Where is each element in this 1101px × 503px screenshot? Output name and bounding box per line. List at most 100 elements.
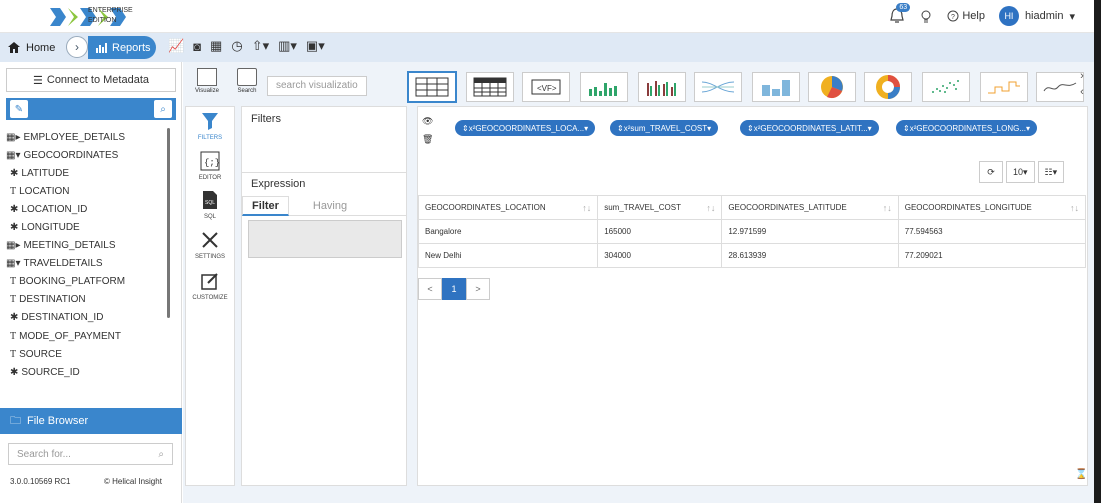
home-button[interactable]: Home [0, 33, 68, 62]
notifications-button[interactable]: 63 [889, 3, 911, 25]
tree-node[interactable]: ✱ LATITUDE [6, 164, 168, 182]
viz-sankey[interactable] [694, 72, 742, 102]
user-menu[interactable]: HI hiadmin ▾ [998, 6, 1075, 26]
tree-node[interactable]: ✱ LOCATION_ID [6, 200, 168, 218]
sort-icon[interactable]: ↑↓ [582, 203, 591, 213]
search-tool[interactable]: Search [230, 68, 264, 94]
sql-file-icon: SQL [203, 191, 217, 209]
table-icon: ▦▸ [6, 240, 21, 252]
tab-filter[interactable]: Filter [242, 196, 289, 216]
tree-node[interactable]: T DESTINATION [6, 291, 168, 309]
camera-icon[interactable]: ◙ [193, 39, 201, 54]
expression-textarea[interactable] [248, 220, 402, 258]
sort-icon[interactable]: ↑↓ [706, 203, 715, 213]
connect-metadata-button[interactable]: ☰ Connect to Metadata [6, 68, 176, 92]
visualize-tool[interactable]: Visualize [190, 68, 224, 94]
presentation-icon[interactable]: ▦ [210, 38, 222, 54]
field-pill-travel-cost[interactable]: ⇕x² sum_TRAVEL_COST ▾ [610, 120, 719, 136]
tree-node[interactable]: ▦▾ GEOCOORDINATES [6, 146, 168, 164]
search-icon[interactable]: ⌕ [154, 100, 172, 118]
expression-title: Expression [251, 178, 306, 190]
column-header[interactable]: GEOCOORDINATES_LOCATION ↑↓ [417, 195, 599, 220]
edition-label: ENTERPRISE EDITION [88, 6, 133, 26]
trash-icon[interactable]: 🗑 [422, 130, 433, 148]
sort-icon[interactable]: ↑↓ [1070, 203, 1079, 213]
tree-node[interactable]: T MODE_OF_PAYMENT [6, 327, 168, 345]
column-header[interactable]: GEOCOORDINATES_LONGITUDE ↑↓ [897, 195, 1087, 220]
chevron-left-icon[interactable]: ‹ [1074, 84, 1090, 100]
history-icon[interactable]: ◷ [231, 38, 242, 54]
table-row: Bangalore 165000 12.971599 77.594563 [417, 219, 1087, 244]
viz-column[interactable] [752, 72, 800, 102]
home-label: Home [26, 41, 56, 54]
column-header[interactable]: GEOCOORDINATES_LATITUDE ↑↓ [721, 195, 899, 220]
prev-page-button[interactable]: < [418, 278, 442, 300]
tree-node[interactable]: T LOCATION [6, 182, 168, 200]
reports-button[interactable]: Reports [88, 36, 156, 59]
page-1-button[interactable]: 1 [442, 278, 466, 300]
step-chart-icon [988, 81, 1020, 94]
column-header[interactable]: sum_TRAVEL_COST ↑↓ [597, 195, 723, 220]
viz-pie[interactable] [808, 72, 856, 102]
visualize-label: Visualize [195, 88, 219, 94]
viz-crosstab[interactable] [466, 72, 514, 102]
eye-icon[interactable]: 👁 [422, 112, 433, 130]
tree-node[interactable]: T BOOKING_PLATFORM [6, 273, 168, 291]
viz-scroll-arrows[interactable]: › ‹ [1074, 68, 1090, 102]
file-search-input[interactable]: Search for... ⌕ [8, 443, 173, 465]
viz-donut[interactable] [864, 72, 912, 102]
customize-tool[interactable]: CUSTOMIZE [185, 271, 235, 301]
svg-text:<VF>: <VF> [537, 84, 557, 93]
tree-node-label: TRAVELDETAILS [23, 258, 103, 270]
field-pill-latitude[interactable]: ⇕x² GEOCOORDINATES_LATIT... ▾ [740, 120, 879, 136]
viz-bar[interactable] [580, 72, 628, 102]
layout-icon[interactable]: ▥▾ [278, 38, 297, 54]
viz-grouped-bar[interactable] [638, 72, 686, 102]
next-page-button[interactable]: > [466, 278, 490, 300]
file-browser-button[interactable]: 🗀 File Browser [0, 408, 182, 434]
refresh-icon[interactable]: ⟳ [979, 161, 1003, 183]
tree-node[interactable]: ▦▸ EMPLOYEE_DETAILS [6, 128, 168, 146]
columns-menu-button[interactable]: ☷▾ [1037, 161, 1065, 183]
text-field-icon: T [10, 185, 17, 197]
tree-node-label: MEETING_DETAILS [23, 240, 116, 252]
export-icon[interactable]: ⇧▾ [252, 38, 269, 54]
sort-icon[interactable]: ↑↓ [883, 203, 892, 213]
caret-down-icon: ▾ [1023, 166, 1028, 177]
breadcrumb-chevron-icon[interactable]: › [66, 36, 88, 58]
table-cell: 165000 [597, 219, 723, 244]
viz-html[interactable]: <VF> [522, 72, 570, 102]
tree-scrollbar[interactable] [167, 128, 170, 318]
tree-node[interactable]: ✱ DESTINATION_ID [6, 309, 168, 327]
line-chart-icon[interactable]: 📈 [168, 38, 184, 54]
viz-table[interactable] [408, 72, 456, 102]
visualization-search-input[interactable]: search visualizatio [267, 76, 367, 96]
bulb-icon[interactable] [919, 9, 933, 23]
scatter-icon [932, 80, 959, 93]
viz-scatter[interactable] [922, 72, 970, 102]
sql-tool[interactable]: SQL SQL [185, 190, 235, 220]
field-pill-longitude[interactable]: ⇕x² GEOCOORDINATES_LONG... ▾ [896, 120, 1038, 136]
page-size-select[interactable]: 10 ▾ [1006, 161, 1035, 183]
tree-node[interactable]: ▦▾ TRAVELDETAILS [6, 255, 168, 273]
field-pill-icon: ⇕x² [462, 123, 476, 133]
tree-node[interactable]: ✱ LONGITUDE [6, 218, 168, 236]
field-pill-location[interactable]: ⇕x² GEOCOORDINATES_LOCA... ▾ [455, 120, 596, 136]
edit-icon[interactable]: ✎ [10, 100, 28, 118]
filters-tool[interactable]: FILTERS [185, 111, 235, 141]
visualize-icon [197, 68, 217, 86]
settings-tool[interactable]: SETTINGS [185, 230, 235, 260]
editor-tool[interactable]: {;} EDITOR [185, 151, 235, 181]
tree-node[interactable]: T SOURCE [6, 345, 168, 363]
save-icon[interactable]: ▣▾ [306, 38, 325, 54]
username: hiadmin [1024, 10, 1064, 22]
chevron-right-icon[interactable]: › [1074, 68, 1090, 84]
help-link[interactable]: ? Help [947, 10, 985, 22]
viz-step[interactable] [980, 72, 1028, 102]
tree-node[interactable]: ▦▸ MEETING_DETAILS [6, 237, 168, 255]
measure-icon: ✱ [10, 312, 19, 324]
tab-having[interactable]: Having [295, 196, 365, 216]
table-body: Bangalore 165000 12.971599 77.594563 New Del… [417, 219, 1087, 268]
tree-node[interactable]: ✱ SOURCE_ID [6, 363, 168, 381]
tree-node-label: SOURCE_ID [21, 366, 80, 378]
